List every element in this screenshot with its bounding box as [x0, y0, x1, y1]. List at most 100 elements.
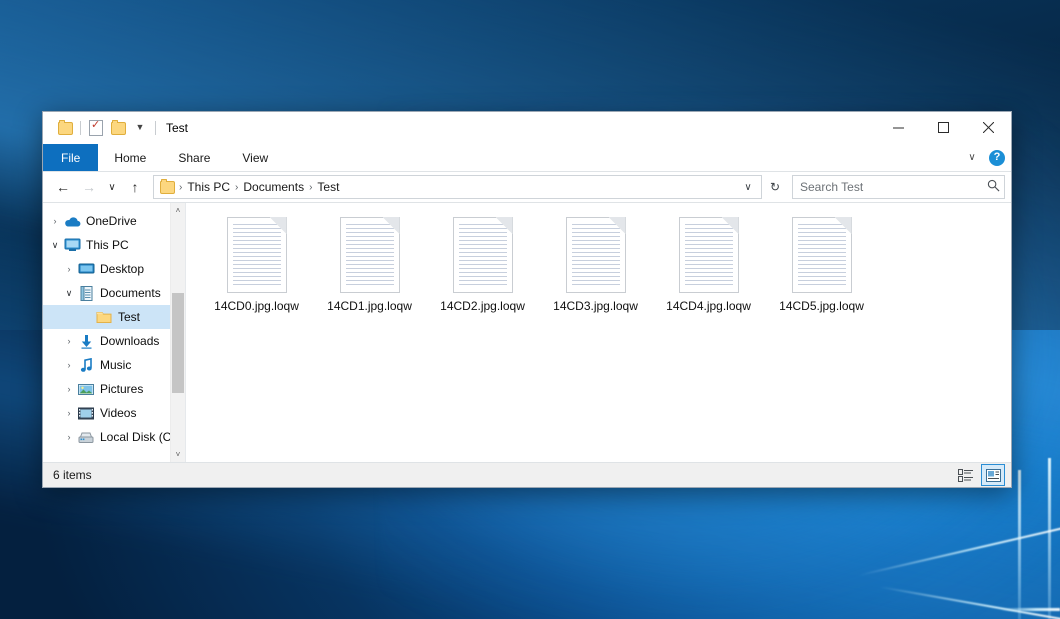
file-name-label: 14CD4.jpg.loqw — [666, 299, 751, 313]
minimize-button[interactable] — [876, 112, 921, 143]
up-button[interactable]: ↑ — [123, 176, 147, 198]
expander-icon[interactable]: ∨ — [47, 240, 63, 251]
expander-icon[interactable]: ∨ — [61, 288, 77, 299]
cloud-icon — [63, 213, 81, 229]
chevron-down-icon[interactable]: ∨ — [963, 152, 981, 163]
close-button[interactable] — [966, 112, 1011, 143]
expander-icon[interactable]: › — [61, 408, 77, 418]
file-item[interactable]: 14CD5.jpg.loqw — [765, 215, 878, 337]
sidebar-item-label: Downloads — [100, 334, 159, 348]
search-icon — [987, 179, 1000, 195]
quick-access-toolbar: ▼ — [43, 117, 160, 139]
breadcrumb-item-documents[interactable]: Documents — [239, 180, 308, 194]
customize-caret-icon[interactable]: ▼ — [129, 117, 151, 139]
monitor-icon — [63, 237, 81, 253]
new-folder-icon[interactable] — [107, 117, 129, 139]
sidebar-item-music[interactable]: › Music — [43, 353, 185, 377]
sidebar-item-onedrive[interactable]: › OneDrive — [43, 209, 185, 233]
sidebar-item-label: Documents — [100, 286, 161, 300]
file-item[interactable]: 14CD3.jpg.loqw — [539, 215, 652, 337]
expander-icon[interactable]: › — [61, 384, 77, 394]
large-icons-view-button[interactable] — [981, 464, 1005, 486]
help-icon[interactable]: ? — [989, 150, 1005, 166]
file-item[interactable]: 14CD2.jpg.loqw — [426, 215, 539, 337]
maximize-button[interactable] — [921, 112, 966, 143]
document-icon — [453, 217, 513, 293]
properties-icon[interactable] — [85, 117, 107, 139]
item-count-label: 6 items — [53, 468, 92, 482]
expander-icon[interactable]: › — [61, 264, 77, 274]
scroll-up-arrow-icon[interactable]: ˄ — [171, 203, 185, 218]
expander-icon[interactable]: › — [61, 432, 77, 442]
sidebar-item-desktop[interactable]: › Desktop — [43, 257, 185, 281]
expander-icon[interactable]: › — [61, 336, 77, 346]
light-ray-3 — [1000, 608, 1060, 611]
sidebar-item-label: Test — [118, 310, 140, 324]
file-item[interactable]: 14CD4.jpg.loqw — [652, 215, 765, 337]
document-icon — [792, 217, 852, 293]
file-explorer-window: ▼ Test File Home Share View ∨ ? ← → — [42, 111, 1012, 488]
breadcrumb-item-this-pc[interactable]: This PC — [183, 180, 234, 194]
search-box[interactable]: Search Test — [792, 175, 1005, 199]
sidebar-item-test[interactable]: Test — [43, 305, 185, 329]
search-input[interactable]: Search Test — [800, 180, 987, 194]
explorer-body: › OneDrive ∨ This PC › Desktop — [43, 202, 1011, 462]
breadcrumb-dropdown-icon[interactable]: ∨ — [737, 177, 759, 197]
scrollbar-thumb[interactable] — [172, 293, 184, 393]
breadcrumb[interactable]: › This PC › Documents › Test ∨ — [153, 175, 762, 199]
sidebar-item-label: Local Disk (C:) — [100, 430, 179, 444]
scroll-down-arrow-icon[interactable]: ˅ — [171, 447, 185, 462]
videos-icon — [77, 405, 95, 421]
back-button[interactable]: ← — [51, 176, 75, 198]
sidebar-item-pictures[interactable]: › Pictures — [43, 377, 185, 401]
document-icon — [227, 217, 287, 293]
forward-button: → — [77, 176, 101, 198]
navigation-pane: › OneDrive ∨ This PC › Desktop — [43, 203, 185, 462]
sidebar-scrollbar[interactable]: ˄ ˅ — [170, 203, 185, 462]
sidebar-item-label: Music — [100, 358, 131, 372]
file-name-label: 14CD2.jpg.loqw — [440, 299, 525, 313]
sidebar-item-label: This PC — [86, 238, 129, 252]
file-item[interactable]: 14CD0.jpg.loqw — [200, 215, 313, 337]
folder-icon — [95, 309, 113, 325]
desktop-icon — [77, 261, 95, 277]
sidebar-item-documents[interactable]: ∨ Documents — [43, 281, 185, 305]
tab-home[interactable]: Home — [98, 144, 162, 171]
sidebar-item-label: OneDrive — [86, 214, 137, 228]
sidebar-item-label: Desktop — [100, 262, 144, 276]
breadcrumb-folder-icon — [160, 181, 175, 194]
file-name-label: 14CD3.jpg.loqw — [553, 299, 638, 313]
tab-share[interactable]: Share — [162, 144, 226, 171]
details-view-button[interactable] — [953, 464, 977, 486]
file-name-label: 14CD1.jpg.loqw — [327, 299, 412, 313]
toolbar-divider-2 — [155, 121, 156, 135]
sidebar-item-this-pc[interactable]: ∨ This PC — [43, 233, 185, 257]
address-bar: ← → ∨ ↑ › This PC › Documents › Test ∨ ↻… — [43, 172, 1011, 202]
file-name-label: 14CD5.jpg.loqw — [779, 299, 864, 313]
recent-locations-button[interactable]: ∨ — [103, 176, 121, 198]
toolbar-divider — [80, 121, 81, 135]
tab-file[interactable]: File — [43, 144, 98, 171]
drive-icon — [77, 429, 95, 445]
expander-icon[interactable]: › — [47, 216, 63, 226]
logo-bar-vertical-1 — [1018, 470, 1021, 619]
sidebar-item-downloads[interactable]: › Downloads — [43, 329, 185, 353]
file-item[interactable]: 14CD1.jpg.loqw — [313, 215, 426, 337]
window-controls — [876, 112, 1011, 144]
sidebar-item-videos[interactable]: › Videos — [43, 401, 185, 425]
ribbon-right-controls: ∨ ? — [963, 144, 1005, 171]
documents-icon — [77, 285, 95, 301]
downloads-icon — [77, 333, 95, 349]
tab-view[interactable]: View — [226, 144, 284, 171]
folder-icon[interactable] — [54, 117, 76, 139]
breadcrumb-item-test[interactable]: Test — [313, 180, 343, 194]
sidebar-item-label: Pictures — [100, 382, 143, 396]
refresh-button[interactable]: ↻ — [764, 177, 786, 197]
document-icon — [566, 217, 626, 293]
sidebar-item-label: Videos — [100, 406, 136, 420]
file-name-label: 14CD0.jpg.loqw — [214, 299, 299, 313]
status-bar: 6 items — [43, 462, 1011, 487]
pictures-icon — [77, 381, 95, 397]
expander-icon[interactable]: › — [61, 360, 77, 370]
sidebar-item-local-disk-c[interactable]: › Local Disk (C:) — [43, 425, 185, 449]
